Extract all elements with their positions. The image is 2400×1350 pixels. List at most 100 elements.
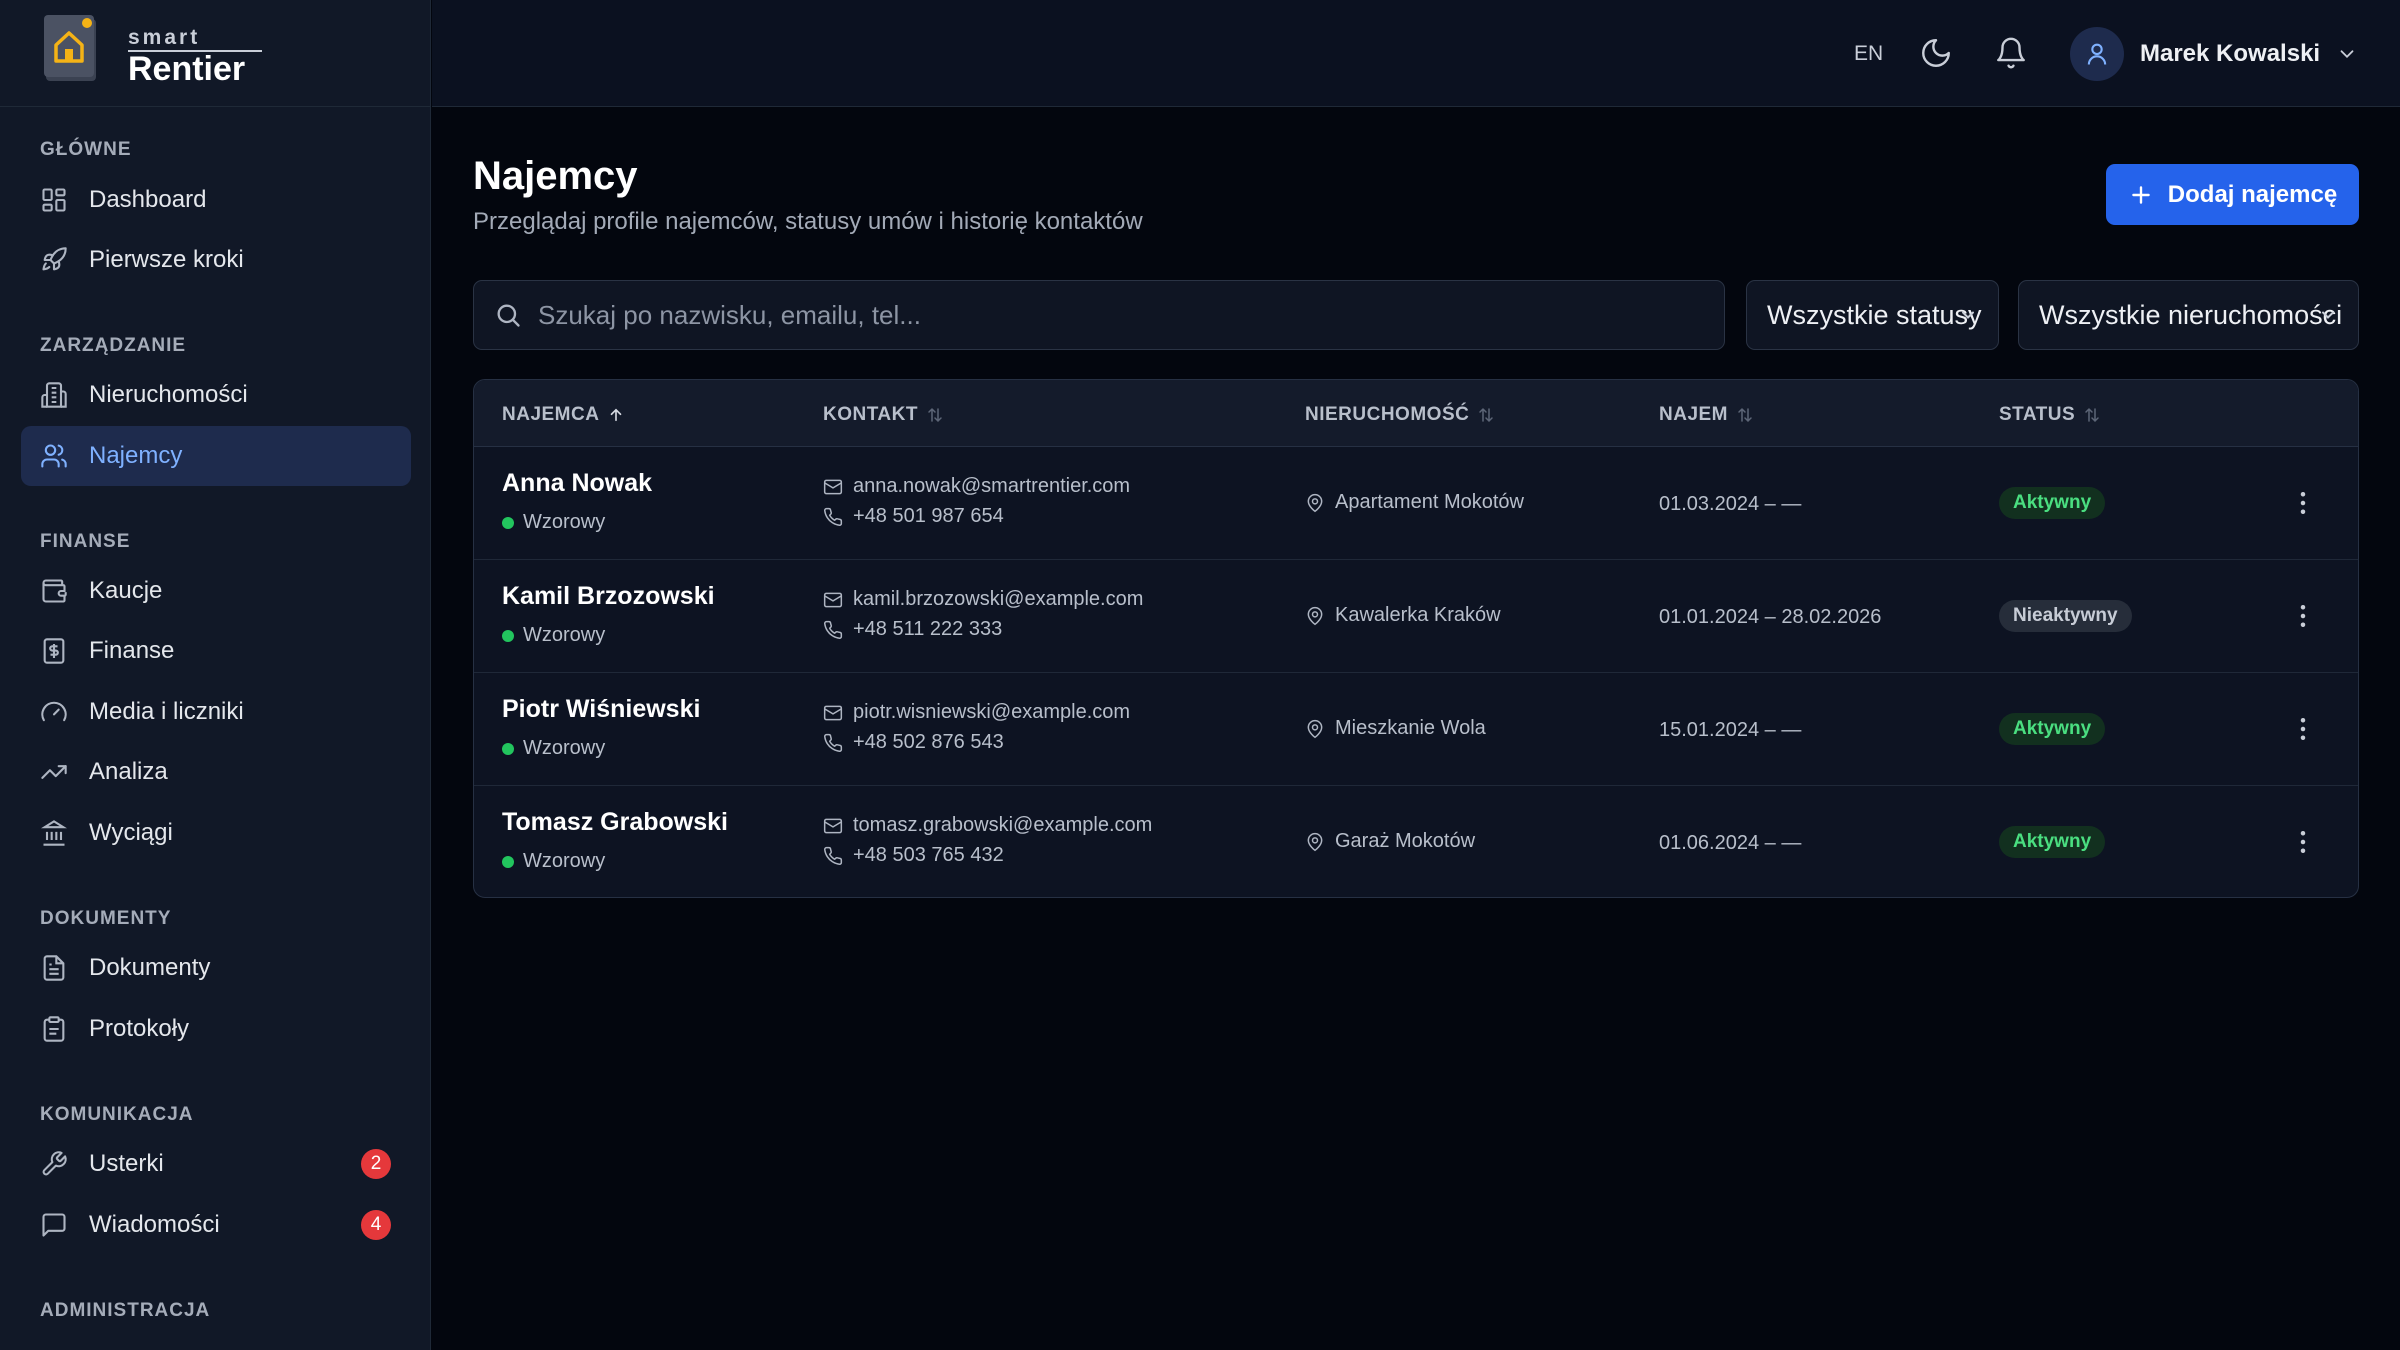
- property-text: Mieszkanie Wola: [1335, 717, 1486, 739]
- search-input[interactable]: [538, 299, 1688, 331]
- tenant-phone[interactable]: +48 503 765 432: [823, 844, 1004, 867]
- row-actions-button[interactable]: [2288, 827, 2318, 857]
- lease-period: 01.01.2024 – 28.02.2026: [1659, 606, 1882, 628]
- sidebar-item-dashboard[interactable]: Dashboard: [21, 170, 411, 230]
- sidebar-item-analysis[interactable]: Analiza: [21, 742, 411, 802]
- column-label: NAJEM: [1659, 404, 1729, 425]
- row-actions-button[interactable]: [2288, 601, 2318, 631]
- row-actions-button[interactable]: [2288, 488, 2318, 518]
- sidebar-item-deposits[interactable]: Kaucje: [21, 561, 411, 621]
- table-row[interactable]: Tomasz Grabowski Wzorowy tomasz.grabowsk…: [474, 786, 2358, 897]
- page-title: Najemcy: [473, 154, 638, 198]
- tenant-email[interactable]: tomasz.grabowski@example.com: [823, 814, 1152, 837]
- column-header-lease[interactable]: NAJEM: [1659, 404, 1754, 426]
- add-tenant-button[interactable]: Dodaj najemcę: [2106, 164, 2359, 225]
- tenant-phone[interactable]: +48 502 876 543: [823, 731, 1004, 754]
- tenant-property[interactable]: Kawalerka Kraków: [1305, 604, 1501, 627]
- tenant-property[interactable]: Mieszkanie Wola: [1305, 717, 1486, 740]
- sidebar-item-properties[interactable]: Nieruchomości: [21, 365, 411, 425]
- email-text: tomasz.grabowski@example.com: [853, 814, 1153, 836]
- chevron-down-icon: [2322, 311, 2334, 319]
- map-pin-icon: [1307, 832, 1323, 851]
- property-text: Kawalerka Kraków: [1335, 604, 1501, 626]
- chevron-down-icon: [1962, 311, 1974, 319]
- phone-icon: [824, 733, 843, 752]
- sidebar-item-statements[interactable]: Wyciągi: [21, 803, 411, 863]
- moon-icon[interactable]: [1919, 36, 1953, 70]
- sidebar-item-documents[interactable]: Dokumenty: [21, 938, 411, 998]
- sidebar-item-label: Usterki: [89, 1150, 164, 1177]
- tenant-email[interactable]: anna.nowak@smartrentier.com: [823, 475, 1130, 498]
- tenants-table: NAJEMCA KONTAKT NIERUCHOMOŚĆ NAJEM STATU…: [473, 379, 2359, 898]
- column-header-status[interactable]: STATUS: [1999, 404, 2101, 426]
- sort-icon: [2085, 407, 2099, 423]
- status-filter-value: Wszystkie statusy: [1767, 299, 1982, 330]
- mail-icon: [823, 592, 843, 607]
- status-filter-select[interactable]: Wszystkie statusy: [1746, 280, 1999, 350]
- add-tenant-label: Dodaj najemcę: [2167, 180, 2338, 208]
- tenant-email[interactable]: piotr.wisniewski@example.com: [823, 701, 1130, 724]
- tenant-phone[interactable]: +48 511 222 333: [823, 618, 1002, 641]
- tenant-name[interactable]: Anna Nowak: [502, 469, 652, 498]
- tenant-name[interactable]: Piotr Wiśniewski: [502, 695, 700, 724]
- sort-icon: [1738, 407, 1752, 423]
- column-header-property[interactable]: NIERUCHOMOŚĆ: [1305, 404, 1495, 426]
- sort-ascending-icon: [611, 408, 622, 422]
- tenant-property[interactable]: Apartament Mokotów: [1305, 491, 1524, 514]
- status-dot: [502, 516, 514, 529]
- sidebar-item-first-steps[interactable]: Pierwsze kroki: [21, 230, 411, 290]
- mail-icon: [823, 479, 843, 494]
- map-pin-icon: [1307, 719, 1323, 738]
- sidebar: smart Rentier GŁÓWNE Dashboard Pierwsze …: [0, 0, 431, 1350]
- sidebar-item-finance[interactable]: Finanse: [21, 621, 411, 681]
- sidebar-item-utilities[interactable]: Media i liczniki: [21, 682, 411, 742]
- sidebar-item-faults[interactable]: Usterki 2: [21, 1134, 411, 1194]
- row-actions-button[interactable]: [2288, 714, 2318, 744]
- page-subtitle: Przeglądaj profile najemców, statusy umó…: [473, 208, 1143, 235]
- sidebar-item-tenants[interactable]: Najemcy: [21, 426, 411, 486]
- language-switch[interactable]: EN: [1854, 42, 1883, 66]
- tenant-quality: Wzorowy: [502, 737, 605, 760]
- email-text: kamil.brzozowski@example.com: [853, 588, 1144, 610]
- sidebar-item-label: Media i liczniki: [89, 698, 244, 725]
- nav-section-documents: DOKUMENTY: [40, 908, 172, 929]
- sidebar-item-messages[interactable]: Wiadomości 4: [21, 1195, 411, 1255]
- sidebar-item-label: Dashboard: [89, 186, 207, 213]
- users-icon: [40, 442, 68, 470]
- tenant-email[interactable]: kamil.brzozowski@example.com: [823, 588, 1143, 611]
- sidebar-item-label: Protokoły: [89, 1015, 190, 1042]
- user-menu[interactable]: Marek Kowalski: [2070, 27, 2358, 81]
- nav-section-finance: FINANSE: [40, 531, 131, 552]
- sidebar-item-label: Dokumenty: [89, 954, 211, 981]
- tenant-quality: Wzorowy: [502, 511, 605, 534]
- more-vertical-icon: [2300, 831, 2306, 853]
- phone-text: +48 503 765 432: [853, 844, 1004, 866]
- avatar: [2070, 27, 2124, 81]
- tenant-quality-label: Wzorowy: [523, 737, 606, 759]
- table-row[interactable]: Kamil Brzozowski Wzorowy kamil.brzozowsk…: [474, 560, 2358, 673]
- wrench-icon: [40, 1150, 68, 1178]
- gauge-icon: [40, 698, 68, 726]
- column-header-contact[interactable]: KONTAKT: [823, 404, 944, 426]
- sidebar-item-protocols[interactable]: Protokoły: [21, 999, 411, 1059]
- search-field[interactable]: [473, 280, 1725, 350]
- sort-icon: [1479, 407, 1494, 423]
- phone-text: +48 502 876 543: [853, 731, 1004, 753]
- table-row[interactable]: Anna Nowak Wzorowy anna.nowak@smartrenti…: [474, 447, 2358, 560]
- tenant-property[interactable]: Garaż Mokotów: [1305, 830, 1475, 853]
- bell-icon[interactable]: [1994, 36, 2028, 70]
- column-header-tenant[interactable]: NAJEMCA: [502, 404, 625, 426]
- property-filter-select[interactable]: Wszystkie nieruchomości: [2018, 280, 2359, 350]
- nav-section-main: GŁÓWNE: [40, 139, 132, 160]
- tenant-phone[interactable]: +48 501 987 654: [823, 505, 1004, 528]
- brand-logo[interactable]: smart Rentier: [0, 0, 431, 107]
- table-row[interactable]: Piotr Wiśniewski Wzorowy piotr.wisniewsk…: [474, 673, 2358, 786]
- building-icon: [40, 381, 68, 409]
- sidebar-item-label: Wyciągi: [89, 819, 173, 846]
- tenant-name[interactable]: Kamil Brzozowski: [502, 582, 715, 611]
- tenant-name[interactable]: Tomasz Grabowski: [502, 808, 728, 837]
- sidebar-item-label: Najemcy: [89, 442, 183, 469]
- phone-icon: [824, 620, 843, 639]
- status-badge: Aktywny: [1999, 826, 2106, 858]
- property-text: Apartament Mokotów: [1335, 491, 1524, 513]
